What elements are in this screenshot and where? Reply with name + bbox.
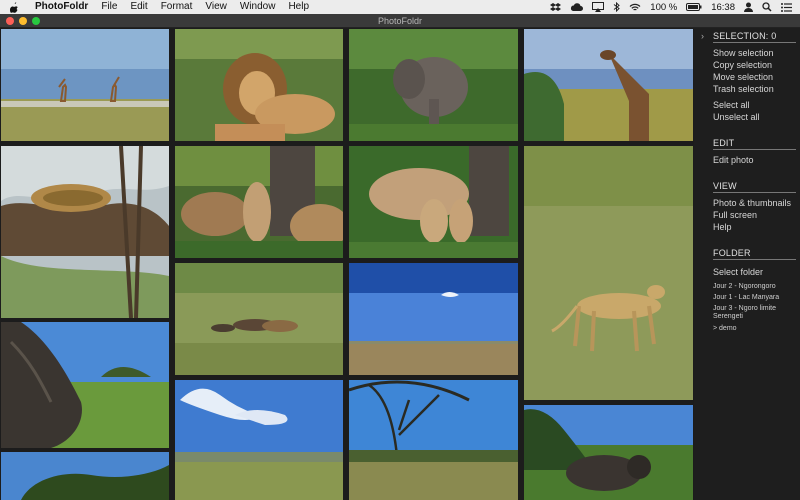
copy-selection-button[interactable]: Copy selection (713, 60, 772, 70)
photo-thumbnail[interactable] (1, 452, 169, 500)
photo-thumbnail[interactable] (349, 380, 518, 500)
close-window-button[interactable] (6, 17, 14, 25)
lioness-cubs-image (349, 146, 518, 258)
user-icon[interactable] (744, 2, 753, 12)
apple-icon[interactable] (10, 1, 22, 13)
menu-format[interactable]: Format (161, 0, 193, 14)
window-title-bar: PhotoFoldr (0, 14, 800, 28)
zoom-window-button[interactable] (32, 17, 40, 25)
menu-window[interactable]: Window (240, 0, 276, 14)
lion-cubs-image (175, 146, 343, 258)
trash-selection-button[interactable]: Trash selection (713, 84, 774, 94)
folder-item[interactable]: > demo (713, 325, 737, 332)
photo-thumbnail[interactable] (524, 405, 693, 500)
battery-icon[interactable] (686, 3, 702, 11)
menu-file[interactable]: File (101, 0, 117, 14)
window-title: PhotoFoldr (377, 16, 423, 26)
cheetah-image (524, 146, 693, 400)
photo-thumbnails-button[interactable]: Photo & thumbnails (713, 198, 791, 208)
folder-item[interactable]: Jour 1 - Lac Manyara (713, 294, 779, 301)
buffalo-image (524, 405, 693, 500)
photo-grid (0, 28, 694, 500)
spotlight-search-icon[interactable] (762, 2, 772, 12)
clouds-savanna-image (175, 380, 343, 500)
photo-thumbnail[interactable] (1, 29, 169, 141)
photo-thumbnail[interactable] (175, 263, 343, 375)
selection-header: SELECTION: 0 (713, 31, 796, 43)
sidebar: › SELECTION: 0 Show selection Copy selec… (694, 28, 800, 500)
giraffe-closeup-image (524, 29, 693, 141)
help-button[interactable]: Help (713, 222, 732, 232)
select-folder-button[interactable]: Select folder (713, 267, 763, 277)
lion-image (175, 29, 343, 141)
folder-header: FOLDER (713, 248, 796, 260)
minimize-window-button[interactable] (19, 17, 27, 25)
menu-edit[interactable]: Edit (130, 0, 147, 14)
show-selection-button[interactable]: Show selection (713, 48, 774, 58)
acacia-tree-image (349, 380, 518, 500)
lions-grass-image (175, 263, 343, 375)
select-all-button[interactable]: Select all (713, 100, 750, 110)
edit-header: EDIT (713, 138, 796, 150)
view-header: VIEW (713, 181, 796, 193)
elephant-image (349, 29, 518, 141)
photo-thumbnail[interactable] (349, 263, 518, 375)
photo-thumbnail[interactable] (175, 380, 343, 500)
photo-thumbnail[interactable] (175, 146, 343, 258)
clock[interactable]: 16:38 (711, 2, 735, 13)
menu-help[interactable]: Help (288, 0, 309, 14)
edit-photo-button[interactable]: Edit photo (713, 155, 754, 165)
menu-bar: PhotoFoldr File Edit Format View Window … (0, 0, 800, 14)
menu-app-name[interactable]: PhotoFoldr (35, 0, 88, 14)
photo-thumbnail[interactable] (175, 29, 343, 141)
photo-thumbnail[interactable] (524, 146, 693, 400)
move-selection-button[interactable]: Move selection (713, 72, 773, 82)
folder-item[interactable]: Jour 3 - Ngoro limite Serengeti (713, 305, 797, 321)
airplay-icon[interactable] (592, 2, 605, 12)
photo-thumbnail[interactable] (1, 146, 169, 318)
cloud-icon[interactable] (570, 3, 584, 11)
photo-thumbnail[interactable] (1, 322, 169, 448)
notification-center-icon[interactable] (781, 2, 792, 12)
tree-trunk-image (1, 322, 169, 448)
bluetooth-icon[interactable] (613, 2, 621, 12)
plain-blue-sky-image (349, 263, 518, 375)
leopard-tree-image (1, 146, 169, 318)
unselect-all-button[interactable]: Unselect all (713, 112, 760, 122)
photo-thumbnail[interactable] (349, 29, 518, 141)
full-screen-button[interactable]: Full screen (713, 210, 757, 220)
menu-view[interactable]: View (205, 0, 227, 14)
chevron-right-icon[interactable]: › (701, 31, 704, 41)
folder-item[interactable]: Jour 2 - Ngorongoro (713, 283, 776, 290)
battery-percent: 100 % (650, 1, 678, 13)
photo-thumbnail[interactable] (524, 29, 693, 141)
tree-sky-image (1, 452, 169, 500)
photo-thumbnail[interactable] (349, 146, 518, 258)
dropbox-icon[interactable] (550, 2, 562, 12)
wifi-icon[interactable] (629, 3, 641, 12)
giraffes-lake-image (1, 29, 169, 141)
